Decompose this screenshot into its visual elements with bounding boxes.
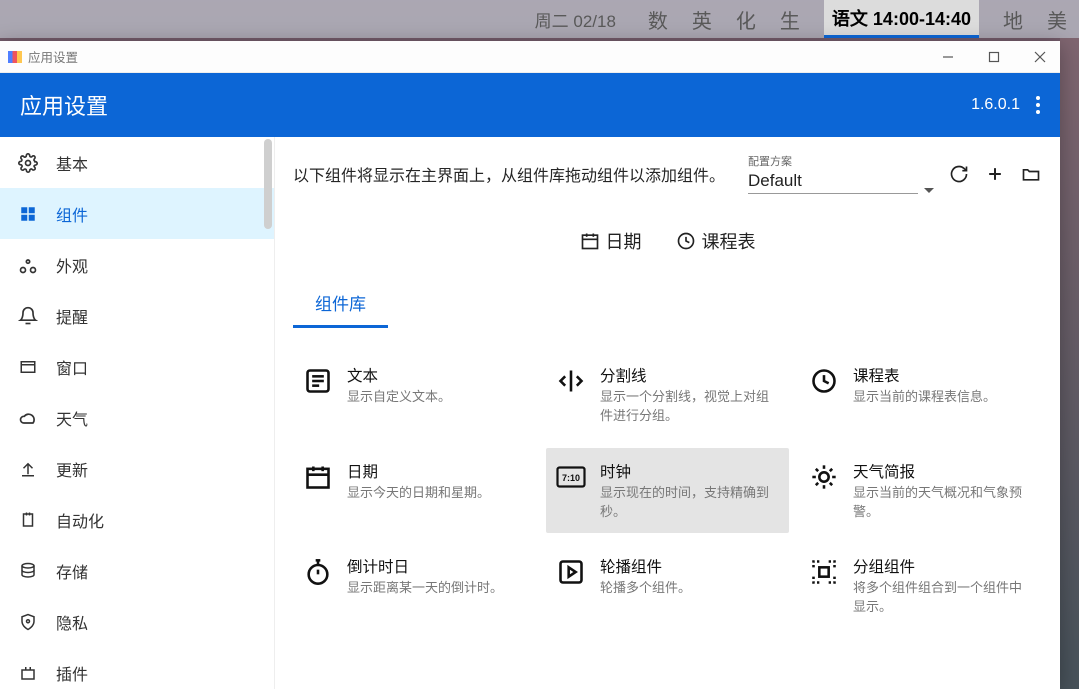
- cloud-icon: [18, 408, 38, 428]
- widget-card-timetable[interactable]: 课程表显示当前的课程表信息。: [799, 352, 1042, 438]
- text-icon: [303, 366, 333, 396]
- scheme-select[interactable]: 配置方案 Default: [748, 153, 934, 194]
- sidebar-item-label: 插件: [56, 661, 88, 685]
- widget-grid: 文本显示自定义文本。 分割线显示一个分割线，视觉上对组件进行分组。 课程表显示当…: [293, 352, 1042, 629]
- automation-icon: [18, 510, 38, 530]
- add-button[interactable]: [984, 163, 1006, 185]
- sidebar-item-label: 组件: [56, 202, 88, 226]
- subject-item[interactable]: 数: [648, 5, 668, 34]
- sidebar-item-label: 提醒: [56, 304, 88, 328]
- folder-button[interactable]: [1020, 163, 1042, 185]
- sidebar-item-components[interactable]: 组件: [0, 188, 274, 239]
- wallpaper-edge: [1060, 38, 1079, 689]
- titlebar[interactable]: 应用设置: [0, 41, 1060, 73]
- sidebar-item-appearance[interactable]: 外观: [0, 239, 274, 290]
- sun-icon: [809, 462, 839, 492]
- sidebar-item-update[interactable]: 更新: [0, 443, 274, 494]
- close-button[interactable]: [1034, 51, 1052, 63]
- tab-library[interactable]: 组件库: [293, 290, 388, 328]
- scheme-label: 配置方案: [748, 153, 934, 169]
- page-title: 应用设置: [20, 89, 108, 121]
- chevron-down-icon: [924, 188, 934, 194]
- database-icon: [18, 561, 38, 581]
- clock-icon: [676, 231, 696, 251]
- subject-item[interactable]: 化: [736, 5, 756, 34]
- preview-row: 日期 课程表: [293, 228, 1042, 254]
- window-title: 应用设置: [28, 47, 78, 66]
- window-icon: [18, 357, 38, 377]
- widget-card-group[interactable]: 分组组件将多个组件组合到一个组件中显示。: [799, 543, 1042, 629]
- sidebar-item-automation[interactable]: 自动化: [0, 494, 274, 545]
- maximize-button[interactable]: [988, 51, 1006, 63]
- widgets-icon: [18, 204, 38, 224]
- tab-row: 组件库: [293, 290, 1042, 328]
- shield-icon: [18, 612, 38, 632]
- divider-icon: [556, 366, 586, 396]
- sidebar-item-plugins[interactable]: 插件: [0, 647, 274, 689]
- subject-item[interactable]: 生: [780, 5, 800, 34]
- sidebar-item-storage[interactable]: 存储: [0, 545, 274, 596]
- sidebar-item-label: 存储: [56, 559, 88, 583]
- sidebar-scrollbar[interactable]: [262, 137, 274, 689]
- main-panel: 以下组件将显示在主界面上，从组件库拖动组件以添加组件。 配置方案 Default…: [275, 137, 1060, 689]
- upload-icon: [18, 459, 38, 479]
- minimize-button[interactable]: [942, 51, 960, 63]
- widget-card-clock[interactable]: 7:10 时钟显示现在的时间，支持精确到秒。: [546, 448, 789, 534]
- schedule-date: 周二 02/18: [535, 7, 616, 32]
- sidebar-item-window[interactable]: 窗口: [0, 341, 274, 392]
- scheme-value: Default: [748, 169, 918, 194]
- preview-timetable[interactable]: 课程表: [676, 228, 756, 254]
- widget-card-countdown[interactable]: 倒计时日显示距离某一天的倒计时。: [293, 543, 536, 629]
- plugin-icon: [18, 663, 38, 683]
- stopwatch-icon: [303, 557, 333, 587]
- sidebar-item-label: 天气: [56, 406, 88, 430]
- subject-item-active[interactable]: 语文 14:00-14:40: [824, 0, 979, 38]
- subject-item[interactable]: 英: [692, 5, 712, 34]
- sidebar-item-label: 外观: [56, 253, 88, 277]
- group-icon: [809, 557, 839, 587]
- version-label: 1.6.0.1: [971, 96, 1020, 114]
- more-menu-button[interactable]: [1036, 96, 1040, 114]
- widget-card-text[interactable]: 文本显示自定义文本。: [293, 352, 536, 438]
- sidebar-item-weather[interactable]: 天气: [0, 392, 274, 443]
- calendar-icon: [303, 462, 333, 492]
- sidebar-item-reminders[interactable]: 提醒: [0, 290, 274, 341]
- header: 应用设置 1.6.0.1: [0, 73, 1060, 137]
- play-icon: [556, 557, 586, 587]
- sidebar-item-privacy[interactable]: 隐私: [0, 596, 274, 647]
- digital-clock-icon: 7:10: [556, 462, 586, 492]
- widget-card-carousel[interactable]: 轮播组件轮播多个组件。: [546, 543, 789, 629]
- svg-text:7:10: 7:10: [562, 473, 580, 483]
- sidebar-item-basic[interactable]: 基本: [0, 137, 274, 188]
- settings-window: 应用设置 应用设置 1.6.0.1 基本: [0, 41, 1060, 689]
- schedule-bar: 周二 02/18 数 英 化 生 语文 14:00-14:40 地 美: [0, 0, 1079, 38]
- widget-card-date[interactable]: 日期显示今天的日期和星期。: [293, 448, 536, 534]
- sidebar-item-label: 基本: [56, 151, 88, 175]
- refresh-button[interactable]: [948, 163, 970, 185]
- sidebar-item-label: 自动化: [56, 508, 104, 532]
- subject-item[interactable]: 地: [1003, 5, 1023, 34]
- preview-date[interactable]: 日期: [580, 228, 642, 254]
- sidebar-item-label: 窗口: [56, 355, 88, 379]
- bell-icon: [18, 306, 38, 326]
- clock-icon: [809, 366, 839, 396]
- sidebar-item-label: 隐私: [56, 610, 88, 634]
- sidebar: 基本 组件 外观 提醒 窗口 天气: [0, 137, 275, 689]
- window-controls: [942, 51, 1052, 63]
- sidebar-item-label: 更新: [56, 457, 88, 481]
- appearance-icon: [18, 255, 38, 275]
- widget-card-divider[interactable]: 分割线显示一个分割线，视觉上对组件进行分组。: [546, 352, 789, 438]
- app-icon: [8, 51, 22, 63]
- hint-text: 以下组件将显示在主界面上，从组件库拖动组件以添加组件。: [293, 162, 734, 186]
- calendar-icon: [580, 231, 600, 251]
- widget-card-weather[interactable]: 天气简报显示当前的天气概况和气象预警。: [799, 448, 1042, 534]
- subject-item[interactable]: 美: [1047, 5, 1067, 34]
- gear-icon: [18, 153, 38, 173]
